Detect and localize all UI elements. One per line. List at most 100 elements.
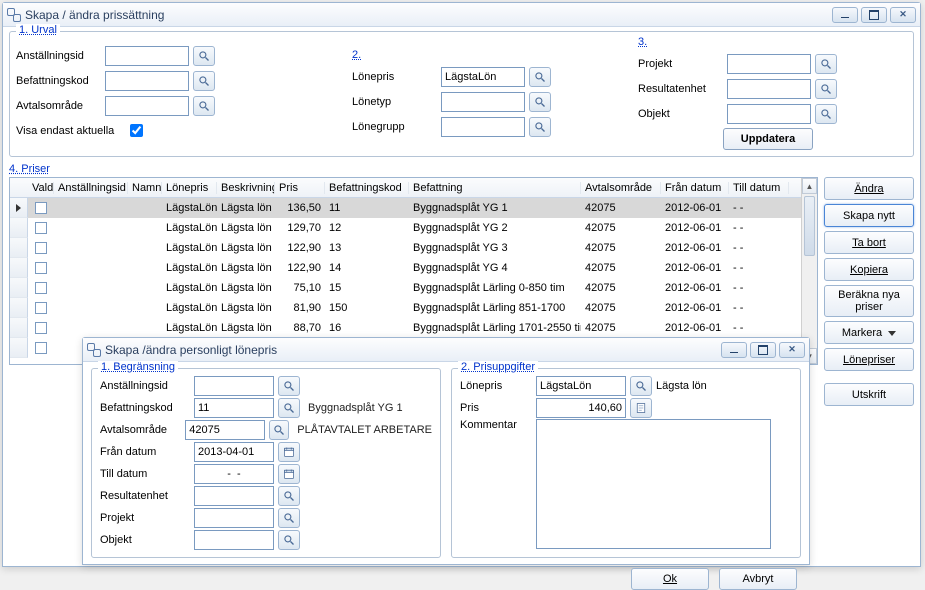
objekt-label: Objekt	[638, 108, 723, 120]
row-checkbox-cell[interactable]	[28, 262, 54, 274]
lonepris-input[interactable]	[441, 67, 525, 87]
table-row[interactable]: LägstaLön Lägsta lön 88,70 16 Byggnadspl…	[10, 318, 817, 338]
s-projekt-lookup[interactable]	[278, 508, 300, 528]
sub-maximize-button[interactable]	[750, 342, 776, 358]
lonegrupp-label: Lönegrupp	[352, 121, 437, 133]
visa-checkbox[interactable]	[130, 124, 143, 137]
lonepriser-button[interactable]: Lönepriser	[824, 348, 914, 371]
s-resultat-lookup[interactable]	[278, 486, 300, 506]
note-icon	[635, 402, 647, 414]
row-header[interactable]	[10, 218, 28, 238]
row-header[interactable]	[10, 278, 28, 298]
lonegrupp-lookup[interactable]	[529, 117, 551, 137]
sub-close-button[interactable]: ✕	[779, 342, 805, 358]
table-row[interactable]: LägstaLön Lägsta lön 75,10 15 Byggnadspl…	[10, 278, 817, 298]
side-buttons: Ändra Skapa nytt Ta bort Kopiera Beräkna…	[824, 177, 914, 406]
s-lonepris-input[interactable]	[536, 376, 626, 396]
table-row[interactable]: LägstaLön Lägsta lön 122,90 14 Byggnadsp…	[10, 258, 817, 278]
row-checkbox-cell[interactable]	[28, 242, 54, 254]
anst-lookup[interactable]	[193, 46, 215, 66]
s-till-calendar[interactable]	[278, 464, 300, 484]
section3-label[interactable]: 3.	[638, 36, 907, 48]
row-header[interactable]	[10, 238, 28, 258]
search-icon	[635, 380, 647, 392]
befkod-input[interactable]	[105, 71, 189, 91]
s-projekt-input[interactable]	[194, 508, 274, 528]
cancel-button[interactable]: Avbryt	[719, 568, 797, 590]
table-row[interactable]: LägstaLön Lägsta lön 136,50 11 Byggnadsp…	[10, 198, 817, 218]
begransning-section: 1. Begränsning Anställningsid Befattning…	[91, 368, 441, 558]
s-resultat-label: Resultatenhet	[100, 490, 190, 502]
row-checkbox-cell[interactable]	[28, 202, 54, 214]
lonetyp-lookup[interactable]	[529, 92, 551, 112]
s-resultat-input[interactable]	[194, 486, 274, 506]
s-till-input[interactable]	[194, 464, 274, 484]
s-befkod-lookup[interactable]	[278, 398, 300, 418]
row-checkbox-cell[interactable]	[28, 322, 54, 334]
s-pris-note[interactable]	[630, 398, 652, 418]
andra-button[interactable]: Ändra	[824, 177, 914, 200]
urval-label[interactable]: 1. Urval	[16, 24, 60, 36]
row-header[interactable]	[10, 258, 28, 278]
row-header[interactable]	[10, 298, 28, 318]
maximize-button[interactable]	[861, 7, 887, 23]
s-till-label: Till datum	[100, 468, 190, 480]
scroll-thumb[interactable]	[804, 196, 815, 256]
projekt-input[interactable]	[727, 54, 811, 74]
row-checkbox-cell[interactable]	[28, 222, 54, 234]
anst-input[interactable]	[105, 46, 189, 66]
section2-label[interactable]: 2.	[352, 49, 632, 61]
s-kommentar-input[interactable]	[536, 419, 771, 549]
tabort-button[interactable]: Ta bort	[824, 231, 914, 254]
s-avtal-input[interactable]	[185, 420, 265, 440]
prisupp-label[interactable]: 2. Prisuppgifter	[458, 361, 538, 373]
table-row[interactable]: LägstaLön Lägsta lön 122,90 13 Byggnadsp…	[10, 238, 817, 258]
lonetyp-input[interactable]	[441, 92, 525, 112]
lonegrupp-input[interactable]	[441, 117, 525, 137]
s-fran-label: Från datum	[100, 446, 190, 458]
markera-button[interactable]: Markera	[824, 321, 914, 344]
berakna-button[interactable]: Beräkna nya priser	[824, 285, 914, 317]
s-anst-lookup[interactable]	[278, 376, 300, 396]
kopiera-button[interactable]: Kopiera	[824, 258, 914, 281]
priser-label[interactable]: 4. Priser	[9, 163, 50, 175]
utskrift-button[interactable]: Utskrift	[824, 383, 914, 406]
table-row[interactable]: LägstaLön Lägsta lön 129,70 12 Byggnadsp…	[10, 218, 817, 238]
s-fran-input[interactable]	[194, 442, 274, 462]
s-lonepris-lookup[interactable]	[630, 376, 652, 396]
calendar-icon	[283, 468, 295, 480]
scroll-up-icon[interactable]: ▲	[802, 178, 817, 194]
s-befkod-input[interactable]	[194, 398, 274, 418]
lonepris-lookup[interactable]	[529, 67, 551, 87]
update-button[interactable]: Uppdatera	[723, 128, 813, 150]
s-anst-input[interactable]	[194, 376, 274, 396]
begr-label[interactable]: 1. Begränsning	[98, 361, 178, 373]
skapa-button[interactable]: Skapa nytt	[824, 204, 914, 227]
s-objekt-lookup[interactable]	[278, 530, 300, 550]
objekt-lookup[interactable]	[815, 104, 837, 124]
row-header[interactable]	[10, 318, 28, 338]
objekt-input[interactable]	[727, 104, 811, 124]
row-checkbox-cell[interactable]	[28, 282, 54, 294]
ok-button[interactable]: Ok	[631, 568, 709, 590]
row-header[interactable]	[10, 338, 28, 358]
s-avtal-lookup[interactable]	[269, 420, 289, 440]
table-row[interactable]: LägstaLön Lägsta lön 81,90 150 Byggnadsp…	[10, 298, 817, 318]
s-objekt-input[interactable]	[194, 530, 274, 550]
s-befkod-label: Befattningskod	[100, 402, 190, 414]
avtal-lookup[interactable]	[193, 96, 215, 116]
befkod-lookup[interactable]	[193, 71, 215, 91]
resultat-lookup[interactable]	[815, 79, 837, 99]
app-icon	[87, 343, 101, 357]
s-pris-input[interactable]	[536, 398, 626, 418]
row-header[interactable]	[10, 198, 28, 218]
projekt-lookup[interactable]	[815, 54, 837, 74]
resultat-input[interactable]	[727, 79, 811, 99]
s-fran-calendar[interactable]	[278, 442, 300, 462]
avtal-input[interactable]	[105, 96, 189, 116]
close-button[interactable]: ✕	[890, 7, 916, 23]
row-checkbox-cell[interactable]	[28, 302, 54, 314]
sub-minimize-button[interactable]	[721, 342, 747, 358]
minimize-button[interactable]	[832, 7, 858, 23]
row-checkbox-cell[interactable]	[28, 342, 54, 354]
